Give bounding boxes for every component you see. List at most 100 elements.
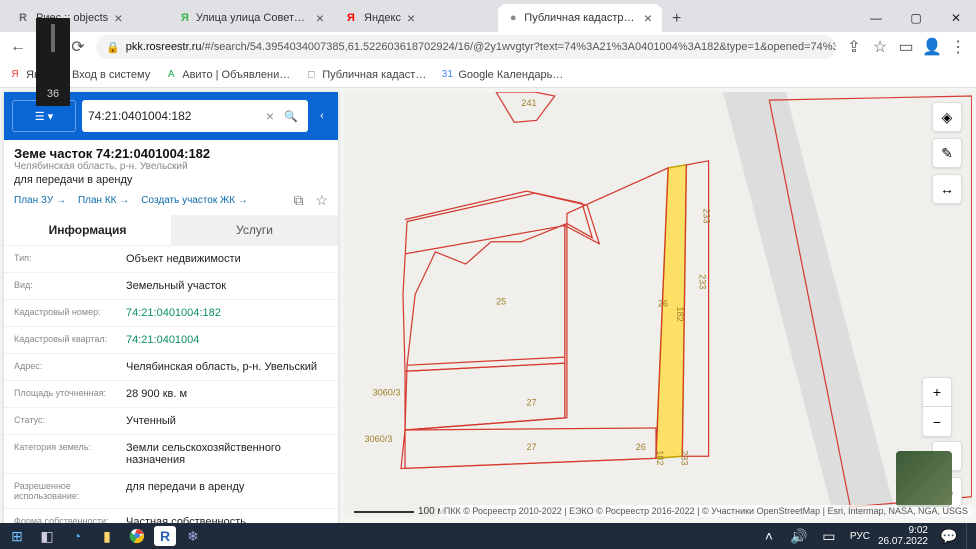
- new-tab-button[interactable]: +: [662, 6, 691, 32]
- reader-icon[interactable]: ▭: [894, 35, 918, 59]
- draw-button[interactable]: ✎: [932, 138, 962, 168]
- copy-icon[interactable]: ⧉: [293, 192, 303, 209]
- parcel-label: 25: [496, 297, 506, 307]
- info-label: Разрешенное использование:: [14, 481, 118, 501]
- overlay-handle: [51, 24, 55, 52]
- close-icon[interactable]: ×: [114, 10, 122, 26]
- more-icon[interactable]: ⋮: [946, 35, 970, 59]
- bookmark-label: Публичная кадаст…: [322, 69, 426, 81]
- bookmark-bar: ЯЯн⬛Вход в системуAАвито | Объявлени…◻Пу…: [0, 62, 976, 88]
- search-icon[interactable]: 🔍: [280, 110, 302, 123]
- share-icon[interactable]: ⇪: [842, 35, 866, 59]
- info-value: Объект недвижимости: [126, 253, 328, 265]
- window-close-button[interactable]: ✕: [936, 4, 976, 32]
- profile-avatar[interactable]: 👤: [920, 35, 944, 59]
- taskview-icon[interactable]: ◧: [34, 524, 60, 548]
- parcel-label: 3060/3: [373, 388, 401, 398]
- info-row: Кадастровый номер:74:21:0401004:182: [4, 299, 338, 326]
- parcel-label: 26: [636, 442, 646, 452]
- close-icon[interactable]: ×: [407, 10, 415, 26]
- tab-services[interactable]: Услуги: [171, 215, 338, 245]
- parcel-title: Земе часток 74:21:0401004:182: [4, 140, 338, 161]
- address-bar: ← → ⟳ 🔒 pkk.rosreestr.ru/#/search/54.395…: [0, 32, 976, 62]
- info-label: Кадастровый квартал:: [14, 334, 118, 346]
- tray-up-icon[interactable]: ˄: [756, 524, 782, 548]
- info-value: Земельный участок: [126, 280, 328, 292]
- bookmark-icon: Я: [8, 68, 22, 82]
- tab-info[interactable]: Информация: [4, 215, 171, 245]
- info-grid: Тип:Объект недвижимостиВид:Земельный уча…: [4, 245, 338, 545]
- windows-taskbar: ⊞ ◧ ◔ ▮ R ❄ ˄ 🔊 ▭ РУС 9:02 26.07.2022 💬: [0, 523, 976, 549]
- parcel-label: 182: [675, 307, 685, 322]
- info-panel: ☰ ▾ × 🔍 ‹ Земе часток 74:21:0401004:182 …: [4, 92, 338, 545]
- map-zoom-controls: + − ⌂ ◎: [932, 441, 962, 507]
- app-r-icon[interactable]: R: [154, 526, 176, 546]
- show-desktop[interactable]: [966, 523, 972, 549]
- bookmark-label: Вход в систему: [72, 69, 150, 81]
- notifications-icon[interactable]: 💬: [936, 524, 962, 548]
- app-area: 24125261822332332727261822333060/33060/3…: [0, 88, 976, 523]
- search-box[interactable]: × 🔍: [82, 100, 308, 132]
- favicon-icon: ●: [508, 11, 518, 25]
- explorer-icon[interactable]: ▮: [94, 524, 120, 548]
- minimap[interactable]: [896, 451, 952, 507]
- window-minimize-button[interactable]: —: [856, 4, 896, 32]
- bookmark-item[interactable]: ◻ Публичная кадаст…: [304, 68, 426, 82]
- layers-button[interactable]: ◈: [932, 102, 962, 132]
- favicon-icon: R: [16, 11, 30, 25]
- bookmark-icon: ◻: [304, 68, 318, 82]
- address-input[interactable]: 🔒 pkk.rosreestr.ru/#/search/54.395403400…: [96, 35, 836, 59]
- favorite-icon[interactable]: ☆: [315, 192, 328, 209]
- clear-icon[interactable]: ×: [266, 108, 274, 124]
- info-row: Площадь уточненная:28 900 кв. м: [4, 380, 338, 407]
- parcel-actions: План ЗУ → План КК → Создать участок ЖК →…: [4, 190, 338, 215]
- bookmark-item[interactable]: 31Google Календарь…: [440, 68, 563, 82]
- lock-icon: 🔒: [106, 41, 120, 54]
- plan-kk-link[interactable]: План КК →: [78, 195, 129, 206]
- tray-net-icon[interactable]: ▭: [816, 524, 842, 548]
- create-zhk-link[interactable]: Создать участок ЖК →: [141, 195, 248, 206]
- map-attribution: ПКК © Росреестр 2010-2022 | ЕЭКО © Росре…: [440, 505, 972, 517]
- close-icon[interactable]: ×: [316, 10, 324, 26]
- clock-time: 9:02: [878, 525, 928, 536]
- url-path: /#/search/54.3954034007385,61.5226036187…: [202, 41, 836, 53]
- measure-button[interactable]: ↔: [932, 174, 962, 204]
- collapse-panel-button[interactable]: ‹: [314, 110, 330, 122]
- url-domain: pkk.rosreestr.ru: [126, 41, 202, 53]
- nav-back-button[interactable]: ←: [6, 35, 30, 59]
- start-button[interactable]: ⊞: [4, 524, 30, 548]
- close-icon[interactable]: ×: [644, 10, 652, 26]
- zoom-in-button[interactable]: +: [922, 377, 952, 407]
- favicon-icon: Я: [180, 11, 190, 25]
- parcel-label: 241: [521, 98, 536, 108]
- edge-icon[interactable]: ◔: [64, 524, 90, 548]
- bookmark-star-icon[interactable]: ☆: [868, 35, 892, 59]
- app-snow-icon[interactable]: ❄: [180, 524, 206, 548]
- tab-label: Публичная кадастровая карта: [524, 12, 638, 24]
- unknown-overlay: 36: [36, 18, 70, 106]
- parcel-address-small: Челябинская область, р-н. Увельский: [4, 161, 338, 172]
- parcel-label: 27: [526, 398, 536, 408]
- tray-clock[interactable]: 9:02 26.07.2022: [878, 525, 932, 547]
- search-input[interactable]: [88, 109, 260, 123]
- parcel-label: 182: [655, 450, 665, 465]
- bookmark-icon: 31: [440, 68, 454, 82]
- tray-lang[interactable]: РУС: [846, 531, 874, 542]
- info-value[interactable]: 74:21:0401004:182: [126, 307, 328, 319]
- browser-tab-strip: RРиес :: objects×ЯУлица улица Советской …: [0, 0, 976, 32]
- browser-tab[interactable]: RРиес :: objects×: [6, 4, 170, 32]
- browser-tab[interactable]: ЯУлица улица Советской Арми…×: [170, 4, 334, 32]
- info-value[interactable]: 74:21:0401004: [126, 334, 328, 346]
- browser-tab[interactable]: ● Публичная кадастровая карта ×: [498, 4, 662, 32]
- zoom-out-button[interactable]: −: [922, 407, 952, 437]
- window-maximize-button[interactable]: ▢: [896, 4, 936, 32]
- bookmark-item[interactable]: AАвито | Объявлени…: [164, 68, 290, 82]
- plan-zu-link[interactable]: План ЗУ →: [14, 195, 66, 206]
- map-canvas[interactable]: 24125261822332332727261822333060/33060/3…: [344, 92, 972, 517]
- tray-vol-icon[interactable]: 🔊: [786, 524, 812, 548]
- info-value: Учтенный: [126, 415, 328, 427]
- browser-tab[interactable]: ЯЯндекс×: [334, 4, 498, 32]
- bookmark-label: Авито | Объявлени…: [182, 69, 290, 81]
- parcel-label: 233: [702, 208, 712, 223]
- chrome-icon[interactable]: [124, 524, 150, 548]
